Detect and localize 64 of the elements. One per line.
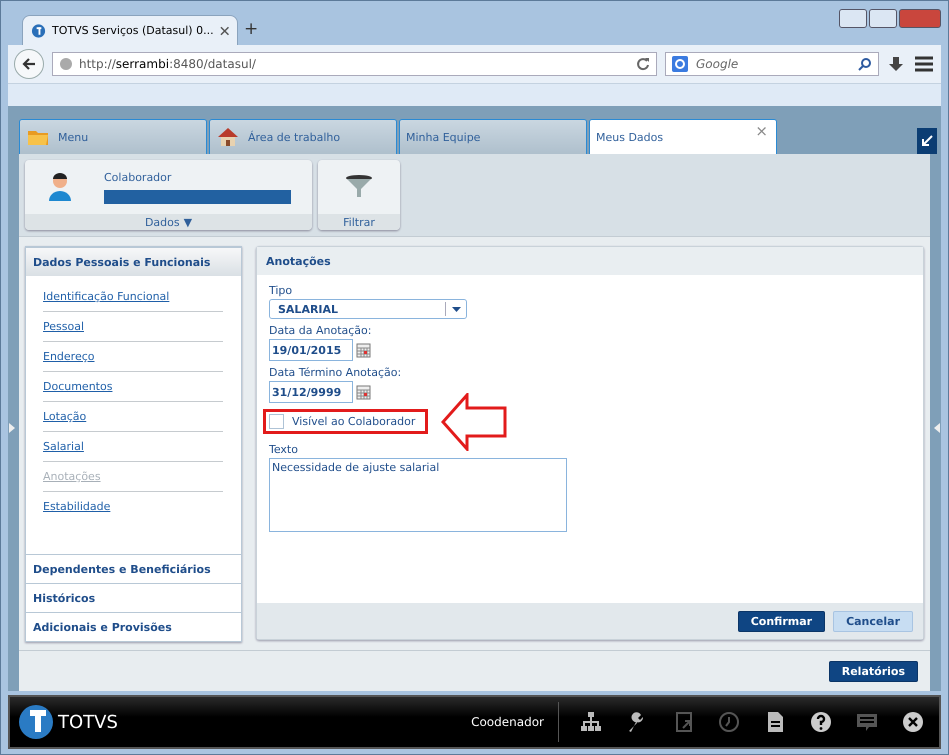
section-header[interactable]: Dependentes e Beneficiários [26, 554, 241, 583]
app-tab[interactable]: Minha Equipe [399, 119, 587, 154]
form-button[interactable]: Confirmar [738, 610, 826, 632]
new-tab-button[interactable]: + [244, 19, 258, 39]
search-icon [858, 57, 872, 71]
browser-tab[interactable]: TOTVS Serviços (Datasul) 0... [22, 15, 238, 45]
diagonal-arrow-icon [921, 135, 933, 147]
help-icon [809, 710, 833, 734]
sidebar-link[interactable]: Documentos [43, 372, 223, 402]
back-arrow-icon [22, 57, 36, 71]
close-icon [901, 710, 925, 734]
filter-card[interactable]: Filtrar [318, 160, 400, 230]
caret-icon [452, 306, 460, 312]
hierarchy-icon [579, 710, 603, 734]
logo-icon [18, 704, 54, 740]
field-label: Tipo [269, 284, 292, 297]
minimize-button[interactable] [839, 9, 867, 28]
download-icon [887, 55, 905, 73]
date-field[interactable]: 19/01/2015 [269, 339, 353, 361]
close-icon [220, 26, 229, 36]
search-field[interactable]: Google [665, 52, 879, 76]
brand-name: TOTVS [58, 712, 118, 732]
sidebar-link[interactable]: Salarial [43, 432, 223, 462]
employee-label: Colaborador [104, 170, 172, 184]
app-tab[interactable]: Área de trabalho [209, 119, 397, 154]
app-tab[interactable]: Meus Dados × [589, 119, 777, 154]
maximize-button[interactable] [869, 9, 897, 28]
app-tab[interactable]: Menu [19, 119, 207, 154]
sidebar-link[interactable]: Estabilidade [43, 492, 223, 521]
checkbox[interactable] [269, 414, 284, 429]
sidebar-link[interactable]: Lotação [43, 402, 223, 432]
date-field[interactable]: 31/12/9999 [269, 381, 353, 403]
field-label: Data Término Anotação: [269, 366, 402, 379]
filter-label: Filtrar [343, 216, 375, 228]
house-icon [216, 125, 240, 149]
menu-icon [913, 54, 935, 74]
google-icon [672, 56, 688, 72]
data-menu-button[interactable]: Dados ▼ [25, 214, 312, 230]
section-header[interactable]: Históricos [26, 583, 241, 612]
sidebar-link[interactable]: Endereço [43, 342, 223, 372]
panel-title: Anotações [257, 247, 923, 275]
back-button[interactable] [14, 49, 44, 79]
checkbox-label: Visível ao Colaborador [292, 415, 416, 428]
tab-close-button[interactable]: × [755, 122, 768, 140]
section-header[interactable]: Dados Pessoais e Funcionais [26, 247, 241, 276]
field-label: Texto [269, 443, 298, 456]
user-name: Coodenador [471, 702, 559, 742]
text-area[interactable]: Necessidade de ajuste salarial [269, 458, 567, 532]
collapse-button[interactable] [917, 128, 937, 154]
calendar-icon [356, 342, 371, 358]
address-bar[interactable]: http://serrambi:8480/datasul/ [52, 52, 657, 76]
sidebar-link[interactable]: Pessoal [43, 312, 223, 342]
field-label: Data da Anotação: [269, 324, 372, 337]
form-button[interactable]: Cancelar [833, 610, 913, 632]
reload-icon [636, 57, 650, 71]
url-text: http://serrambi:8480/datasul/ [79, 57, 257, 71]
clock-icon [717, 710, 741, 734]
reports-button[interactable]: Relatórios [828, 660, 918, 682]
section-header[interactable]: Adicionais e Provisões [26, 612, 241, 641]
person-icon [46, 171, 74, 203]
type-dropdown[interactable]: SALARIAL [269, 299, 467, 319]
arrow-drawing [441, 393, 507, 451]
sidebar-link[interactable]: Identificação Funcional [43, 282, 223, 312]
calendar-icon [356, 384, 371, 400]
